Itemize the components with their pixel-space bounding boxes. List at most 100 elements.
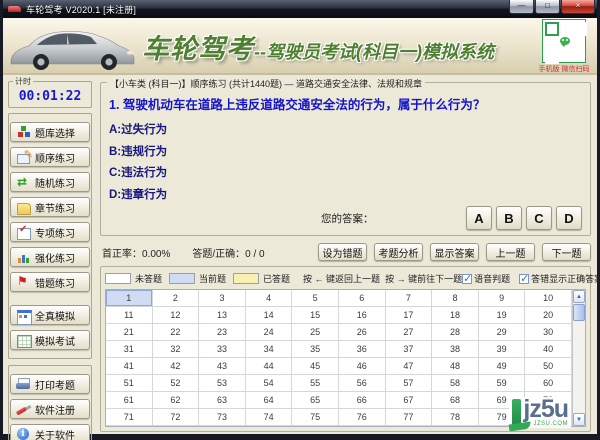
question-cell-47[interactable]: 47 bbox=[385, 358, 433, 375]
question-cell-56[interactable]: 56 bbox=[338, 375, 386, 392]
next-button[interactable]: 下一题 bbox=[542, 243, 591, 261]
question-cell-55[interactable]: 55 bbox=[292, 375, 339, 392]
question-cell-20[interactable]: 20 bbox=[525, 307, 572, 324]
question-cell-46[interactable]: 46 bbox=[338, 358, 386, 375]
question-cell-2[interactable]: 2 bbox=[152, 290, 200, 307]
option-C[interactable]: C:违法行为 bbox=[109, 163, 582, 185]
sidebar-button-chart[interactable]: 强化练习 bbox=[10, 247, 90, 267]
question-cell-77[interactable]: 77 bbox=[385, 409, 433, 426]
scroll-thumb[interactable] bbox=[573, 304, 585, 321]
mark-wrong-button[interactable]: 设为错题 bbox=[318, 243, 367, 261]
question-cell-11[interactable]: 11 bbox=[106, 307, 153, 324]
question-cell-52[interactable]: 52 bbox=[152, 375, 200, 392]
question-cell-22[interactable]: 22 bbox=[152, 324, 200, 341]
question-cell-21[interactable]: 21 bbox=[106, 324, 153, 341]
question-cell-26[interactable]: 26 bbox=[338, 324, 386, 341]
question-cell-50[interactable]: 50 bbox=[525, 358, 572, 375]
answer-button-B[interactable]: B bbox=[496, 206, 522, 230]
question-cell-30[interactable]: 30 bbox=[525, 324, 572, 341]
question-cell-63[interactable]: 63 bbox=[199, 392, 246, 409]
checkbox-voice-judge[interactable]: 语音判题 bbox=[462, 272, 510, 285]
answer-button-D[interactable]: D bbox=[556, 206, 582, 230]
question-cell-58[interactable]: 58 bbox=[432, 375, 479, 392]
question-cell-42[interactable]: 42 bbox=[152, 358, 200, 375]
question-cell-53[interactable]: 53 bbox=[199, 375, 246, 392]
question-cell-76[interactable]: 76 bbox=[338, 409, 386, 426]
question-cell-25[interactable]: 25 bbox=[292, 324, 339, 341]
question-cell-57[interactable]: 57 bbox=[385, 375, 433, 392]
question-cell-68[interactable]: 68 bbox=[432, 392, 479, 409]
question-cell-9[interactable]: 9 bbox=[478, 290, 526, 307]
analysis-button[interactable]: 考题分析 bbox=[374, 243, 423, 261]
title-bar[interactable]: 车轮驾考 V2020.1 [未注册] — □ × bbox=[3, 0, 597, 18]
question-cell-48[interactable]: 48 bbox=[432, 358, 479, 375]
sidebar-button-shuffle[interactable]: 随机练习 bbox=[10, 172, 90, 192]
question-cell-45[interactable]: 45 bbox=[292, 358, 339, 375]
question-cell-29[interactable]: 29 bbox=[478, 324, 526, 341]
question-cell-32[interactable]: 32 bbox=[152, 341, 200, 358]
question-cell-59[interactable]: 59 bbox=[478, 375, 526, 392]
question-cell-33[interactable]: 33 bbox=[199, 341, 246, 358]
sidebar-button-calendar[interactable]: 全真模拟 bbox=[10, 305, 90, 325]
question-cell-5[interactable]: 5 bbox=[292, 290, 339, 307]
question-cell-71[interactable]: 71 bbox=[106, 409, 153, 426]
question-cell-16[interactable]: 16 bbox=[338, 307, 386, 324]
sidebar-button-cubes[interactable]: 题库选择 bbox=[10, 122, 90, 142]
maximize-button[interactable]: □ bbox=[535, 0, 560, 14]
question-cell-18[interactable]: 18 bbox=[432, 307, 479, 324]
prev-button[interactable]: 上一题 bbox=[486, 243, 535, 261]
minimize-button[interactable]: — bbox=[509, 0, 534, 14]
question-cell-1[interactable]: 1 bbox=[106, 290, 153, 307]
question-cell-61[interactable]: 61 bbox=[106, 392, 153, 409]
question-cell-74[interactable]: 74 bbox=[245, 409, 293, 426]
question-cell-10[interactable]: 10 bbox=[525, 290, 572, 307]
question-cell-23[interactable]: 23 bbox=[199, 324, 246, 341]
grid-scrollbar[interactable]: ▲ ▼ bbox=[572, 290, 585, 426]
question-cell-72[interactable]: 72 bbox=[152, 409, 200, 426]
question-cell-41[interactable]: 41 bbox=[106, 358, 153, 375]
sidebar-button-printer[interactable]: 打印考题 bbox=[10, 374, 90, 394]
question-cell-27[interactable]: 27 bbox=[385, 324, 433, 341]
question-cell-8[interactable]: 8 bbox=[432, 290, 479, 307]
answer-button-C[interactable]: C bbox=[526, 206, 552, 230]
sidebar-button-info[interactable]: 关于软件 bbox=[10, 424, 90, 440]
answer-button-A[interactable]: A bbox=[466, 206, 492, 230]
scroll-up-icon[interactable]: ▲ bbox=[573, 290, 585, 303]
question-cell-38[interactable]: 38 bbox=[432, 341, 479, 358]
question-cell-3[interactable]: 3 bbox=[199, 290, 246, 307]
question-cell-51[interactable]: 51 bbox=[106, 375, 153, 392]
option-B[interactable]: B:违规行为 bbox=[109, 142, 582, 164]
question-cell-35[interactable]: 35 bbox=[292, 341, 339, 358]
question-cell-36[interactable]: 36 bbox=[338, 341, 386, 358]
question-cell-75[interactable]: 75 bbox=[292, 409, 339, 426]
question-cell-78[interactable]: 78 bbox=[432, 409, 479, 426]
checkbox-box[interactable] bbox=[462, 272, 472, 285]
question-cell-40[interactable]: 40 bbox=[525, 341, 572, 358]
sidebar-button-register[interactable]: 软件注册 bbox=[10, 399, 90, 419]
option-A[interactable]: A:过失行为 bbox=[109, 120, 582, 142]
close-button[interactable]: × bbox=[561, 0, 595, 14]
question-cell-64[interactable]: 64 bbox=[245, 392, 293, 409]
question-cell-44[interactable]: 44 bbox=[245, 358, 293, 375]
question-cell-31[interactable]: 31 bbox=[106, 341, 153, 358]
checkbox-box[interactable] bbox=[519, 272, 529, 285]
question-cell-60[interactable]: 60 bbox=[525, 375, 572, 392]
question-cell-15[interactable]: 15 bbox=[292, 307, 339, 324]
option-D[interactable]: D:违章行为 bbox=[109, 185, 582, 207]
sidebar-button-flag[interactable]: 错题练习 bbox=[10, 272, 90, 292]
question-cell-67[interactable]: 67 bbox=[385, 392, 433, 409]
question-cell-13[interactable]: 13 bbox=[199, 307, 246, 324]
checkbox-show-correct-on-wrong[interactable]: 答错显示正确答案 bbox=[519, 272, 600, 285]
show-answer-button[interactable]: 显示答案 bbox=[430, 243, 479, 261]
sidebar-button-exam[interactable]: 模拟考试 bbox=[10, 330, 90, 350]
question-cell-6[interactable]: 6 bbox=[338, 290, 386, 307]
question-cell-14[interactable]: 14 bbox=[245, 307, 293, 324]
question-cell-34[interactable]: 34 bbox=[245, 341, 293, 358]
question-cell-37[interactable]: 37 bbox=[385, 341, 433, 358]
question-cell-28[interactable]: 28 bbox=[432, 324, 479, 341]
question-cell-65[interactable]: 65 bbox=[292, 392, 339, 409]
question-cell-54[interactable]: 54 bbox=[245, 375, 293, 392]
question-cell-4[interactable]: 4 bbox=[245, 290, 293, 307]
question-cell-73[interactable]: 73 bbox=[199, 409, 246, 426]
scroll-down-icon[interactable]: ▼ bbox=[573, 413, 585, 426]
